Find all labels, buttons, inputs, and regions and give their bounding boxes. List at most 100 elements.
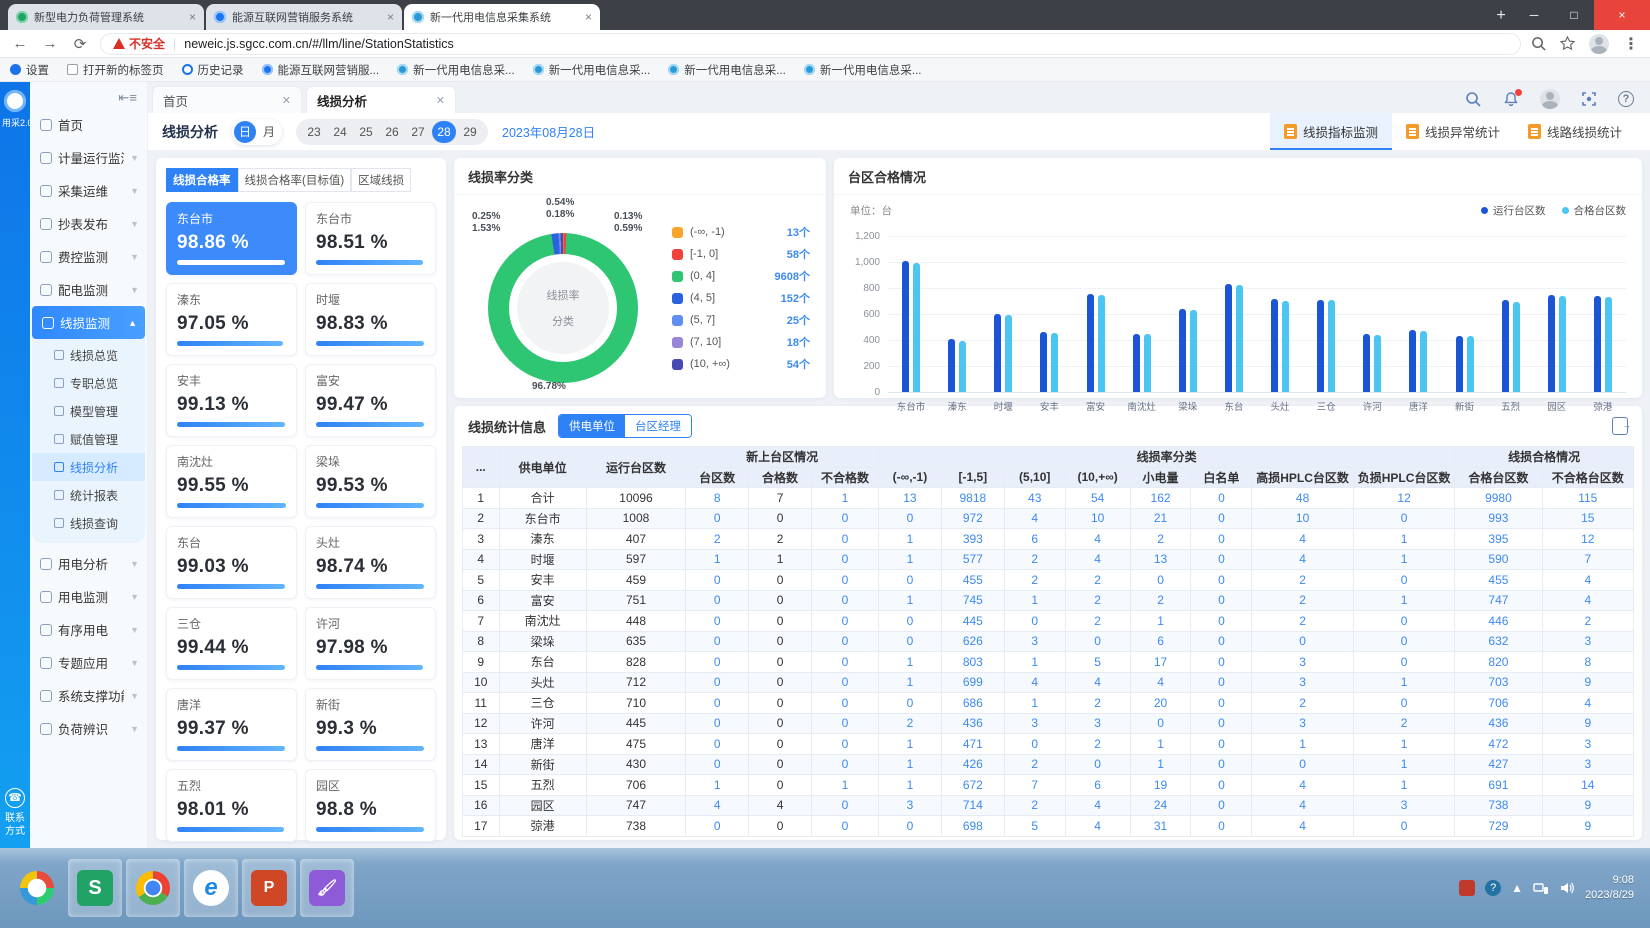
region-card[interactable]: 东台99.03 % [166,526,297,599]
value-cell[interactable]: 472 [1455,734,1542,755]
value-cell[interactable]: 0 [686,816,749,837]
value-cell[interactable]: 1 [878,590,941,611]
value-cell[interactable]: 3 [1004,713,1065,734]
bar-legend-item[interactable]: 运行台区数 [1481,203,1546,218]
value-cell[interactable]: 0 [686,713,749,734]
value-cell[interactable]: 686 [941,693,1004,714]
browser-tab[interactable]: 新型电力负荷管理系统× [8,4,204,30]
value-cell[interactable]: 3 [1542,631,1633,652]
value-cell[interactable]: 0 [686,508,749,529]
region-card[interactable]: 富安99.47 % [305,364,436,437]
reload-icon[interactable]: ⟳ [70,35,90,53]
value-cell[interactable]: 0 [812,570,879,591]
value-cell[interactable]: 2 [1004,570,1065,591]
value-cell[interactable]: 0 [1191,672,1252,693]
app-search-icon[interactable] [1464,90,1482,108]
value-cell[interactable]: 0 [812,672,879,693]
browser-tab[interactable]: 能源互联网营销服务系统× [206,4,402,30]
region-card[interactable]: 唐洋99.37 % [166,688,297,761]
bar-group[interactable] [1303,236,1349,392]
new-tab-button[interactable]: + [1488,7,1514,27]
bookmark-item[interactable]: 历史记录 [182,62,244,78]
value-cell[interactable]: 4 [1004,672,1065,693]
value-cell[interactable]: 0 [749,631,812,652]
view-button[interactable]: 线损异常统计 [1392,113,1514,150]
value-cell[interactable]: 2 [1130,590,1191,611]
value-cell[interactable]: 0 [878,508,941,529]
value-cell[interactable]: 1 [686,775,749,796]
value-cell[interactable]: 10 [1252,508,1353,529]
workspace-tab-close-icon[interactable]: ✕ [436,94,445,107]
value-cell[interactable]: 0 [1191,508,1252,529]
bar-group[interactable] [1211,236,1257,392]
value-cell[interactable]: 590 [1455,549,1542,570]
bar-group[interactable] [1395,236,1441,392]
bookmark-item[interactable]: 新一代用电信息采... [804,62,922,78]
value-cell[interactable]: 0 [1130,570,1191,591]
value-cell[interactable]: 426 [941,754,1004,775]
value-cell[interactable]: 3 [1252,652,1353,673]
value-cell[interactable]: 4 [1004,508,1065,529]
value-cell[interactable]: 4 [686,795,749,816]
sidebar-item[interactable]: 抄表发布▼ [30,207,147,240]
forward-icon[interactable]: → [40,35,60,52]
value-cell[interactable]: 4 [749,795,812,816]
value-cell[interactable]: 0 [1353,631,1454,652]
value-cell[interactable]: 1 [878,529,941,550]
sidebar-item[interactable]: 采集运维▼ [30,174,147,207]
value-cell[interactable]: 747 [1455,590,1542,611]
value-cell[interactable]: 1 [1004,652,1065,673]
value-cell[interactable]: 1 [812,488,879,509]
value-cell[interactable]: 577 [941,549,1004,570]
value-cell[interactable]: 738 [1455,795,1542,816]
value-cell[interactable]: 31 [1130,816,1191,837]
value-cell[interactable]: 0 [1191,631,1252,652]
value-cell[interactable]: 1 [1353,549,1454,570]
table-column-header[interactable]: 高损HPLC台区数 [1252,467,1353,488]
value-cell[interactable]: 8 [686,488,749,509]
region-tab[interactable]: 区域线损 [351,168,411,192]
fullscreen-icon[interactable] [1580,90,1598,108]
value-cell[interactable]: 0 [1191,549,1252,570]
value-cell[interactable]: 4 [1542,590,1633,611]
back-icon[interactable]: ← [10,35,30,52]
value-cell[interactable]: 1 [812,775,879,796]
value-cell[interactable]: 0 [686,672,749,693]
value-cell[interactable]: 0 [686,693,749,714]
value-cell[interactable]: 0 [878,631,941,652]
value-cell[interactable]: 48 [1252,488,1353,509]
value-cell[interactable]: 0 [749,754,812,775]
value-cell[interactable]: 0 [1353,611,1454,632]
region-card[interactable]: 园区98.8 % [305,769,436,842]
legend-item[interactable]: (-∞, -1)13个 [672,221,810,243]
region-tab[interactable]: 线损合格率(目标值) [238,168,352,192]
value-cell[interactable]: 0 [878,570,941,591]
value-cell[interactable]: 2 [1065,570,1130,591]
value-cell[interactable]: 3 [1542,734,1633,755]
value-cell[interactable]: 0 [1252,754,1353,775]
user-avatar[interactable] [1540,89,1560,109]
value-cell[interactable]: 455 [1455,570,1542,591]
value-cell[interactable]: 4 [1065,529,1130,550]
sidebar-item[interactable]: 费控监测▼ [30,240,147,273]
value-cell[interactable]: 0 [686,652,749,673]
value-cell[interactable]: 15 [1542,508,1633,529]
value-cell[interactable]: 699 [941,672,1004,693]
value-cell[interactable]: 1 [878,549,941,570]
value-cell[interactable]: 1 [878,775,941,796]
tab-close-icon[interactable]: × [387,10,394,24]
value-cell[interactable]: 745 [941,590,1004,611]
value-cell[interactable]: 0 [812,795,879,816]
value-cell[interactable]: 0 [1353,816,1454,837]
value-cell[interactable]: 9 [1542,816,1633,837]
value-cell[interactable]: 1 [1130,611,1191,632]
value-cell[interactable]: 0 [1191,693,1252,714]
table-column-header[interactable]: 负损HPLC台区数 [1353,467,1454,488]
value-cell[interactable]: 3 [1252,672,1353,693]
sidebar-item[interactable]: 有序用电▼ [30,613,147,646]
table-column-header[interactable]: (-∞,-1) [878,467,941,488]
bar-group[interactable] [1349,236,1395,392]
value-cell[interactable]: 0 [686,754,749,775]
value-cell[interactable]: 0 [1004,611,1065,632]
bar-legend-item[interactable]: 合格台区数 [1562,203,1627,218]
